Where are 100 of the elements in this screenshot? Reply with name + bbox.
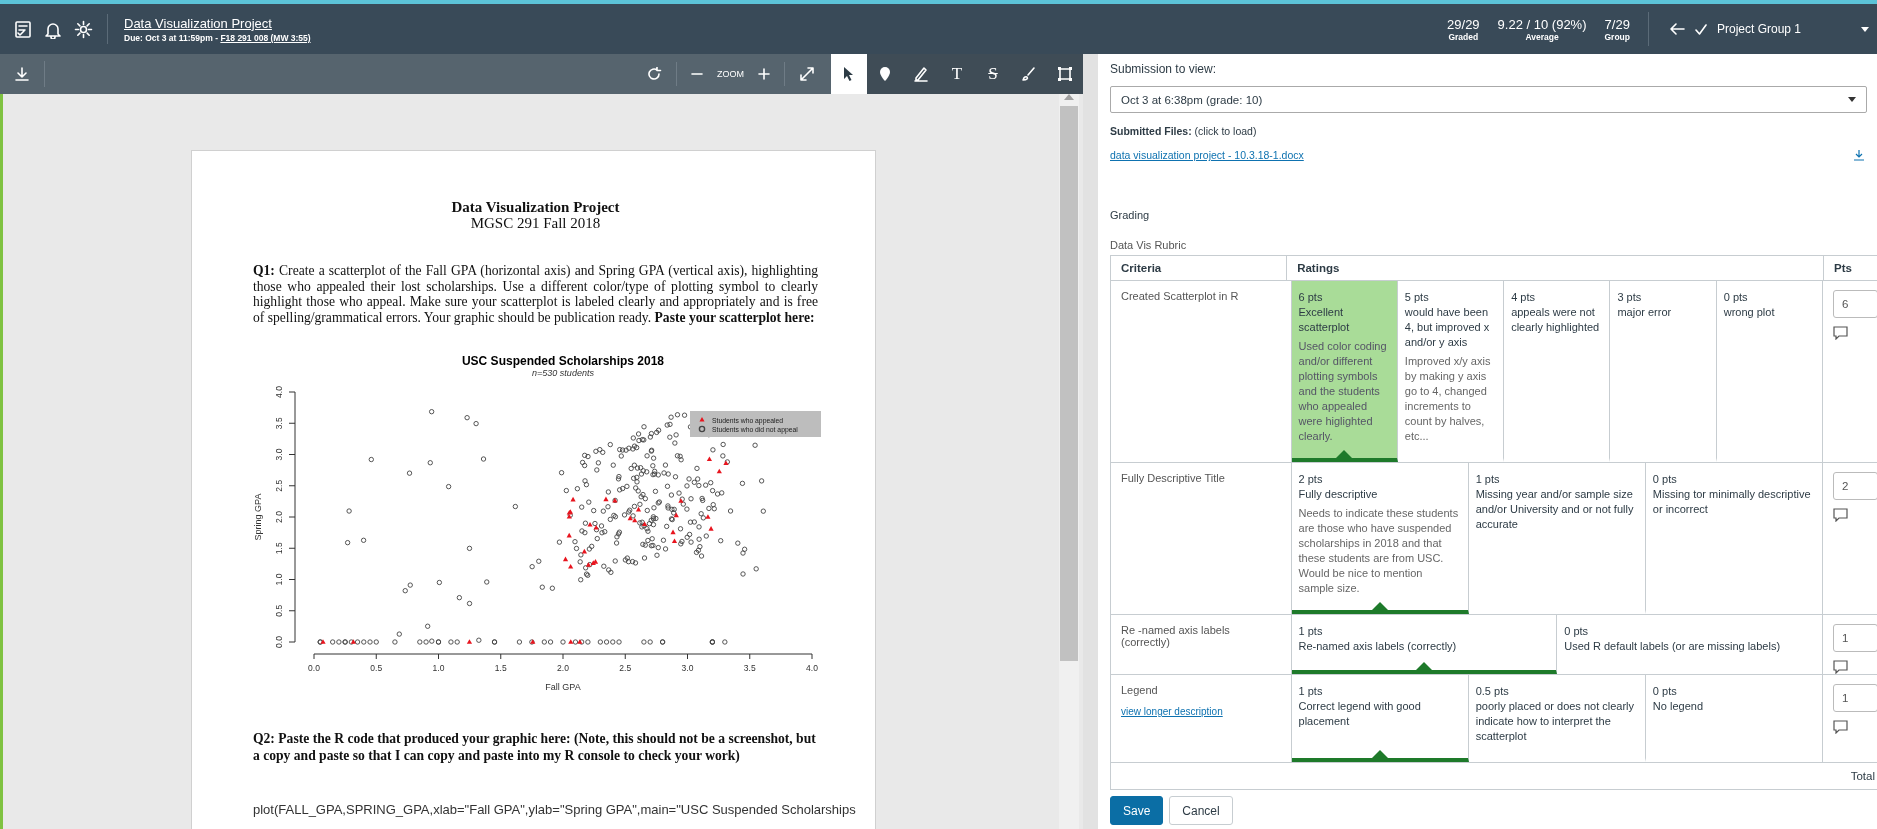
chart-title: USC Suspended Scholarships 2018	[461, 353, 665, 368]
chart-subtitle: n=530 students	[532, 367, 594, 378]
stat-label: Group	[1604, 31, 1630, 42]
submission-label: Submission to view:	[1110, 62, 1218, 76]
criterion-name: Fully Descriptive Title	[1121, 472, 1226, 484]
left-arrow-icon[interactable]	[1669, 22, 1685, 36]
comment-icon[interactable]	[1833, 326, 1848, 340]
y-tick-label: 4.0	[274, 385, 284, 398]
selection-pointer-icon	[1415, 662, 1432, 670]
x-tick-label: 0.0	[308, 662, 320, 673]
rating-cell[interactable]: 0.5 pts poorly placed or does not clearly indicate how to interpret the scatterplot	[1468, 675, 1646, 762]
rating-title: appeals were not clearly highlighted	[1511, 305, 1601, 335]
rating-cell[interactable]: 1 pts Missing year and/or sample size and/or University and or not fully accurate	[1468, 463, 1646, 614]
rating-cell[interactable]: 0 pts No legend	[1645, 675, 1822, 762]
y-tick-label: 1.5	[274, 542, 284, 554]
pen-tool-icon	[913, 66, 929, 82]
total-label: Total	[1849, 769, 1876, 784]
text-tool-button[interactable]: T	[939, 54, 975, 94]
criterion-name: Legend	[1121, 684, 1159, 696]
settings-icon[interactable]	[74, 19, 93, 39]
due-date-text: Due: Oct 3 at 11:59pm - F18 291 008 (MW 3:55)	[124, 32, 311, 43]
comment-icon[interactable]	[1833, 720, 1848, 734]
caret-icon	[1848, 97, 1856, 102]
x-tick-label: 3.0	[681, 662, 694, 673]
rating-points: 5 pts	[1404, 290, 1430, 305]
pin-tool-button[interactable]	[867, 54, 903, 94]
rating-points: 2 pts	[1298, 472, 1324, 487]
stat-value: 7/29	[1604, 16, 1630, 32]
submission-dropdown[interactable]: Oct 3 at 6:38pm (grade: 10)	[1110, 86, 1867, 113]
rating-points: 1 pts	[1298, 624, 1324, 639]
stat-value: 9.22 / 10 (92%)	[1497, 16, 1587, 32]
question-text: Q2: Paste the R code that produced your graphic here: (Note, this should not be a screenshot, but a copy and paste so that I can copy and paste into my R console to check your work)	[253, 729, 817, 764]
area-select-tool-icon	[1057, 66, 1073, 82]
save-button[interactable]: Save	[1110, 796, 1164, 825]
stat-value: 29/29	[1447, 16, 1480, 32]
y-tick-label: 1.0	[274, 573, 284, 586]
rating-points: 0.5 pts	[1475, 684, 1510, 699]
question-text: Q1: Create a scatterplot of the Fall GPA (horizontal axis) and Spring GPA (vertical axis), highlighting those who appealed their lost scholarships. Use a different color/type of plotting symbol to clearly highlight those who appeal. Make sure your scatterplot is labeled clearly and appropriately and is free of spelling/grammatical errors. Your graphic should be publication ready. Paste your scatterplot here:	[253, 263, 818, 326]
expand-icon[interactable]	[799, 66, 815, 82]
file-link[interactable]: data visualization project - 10.3.18-1.docx	[1110, 149, 1304, 161]
rating-cell[interactable]: 1 pts Correct legend with good placement	[1291, 675, 1469, 762]
rating-cell[interactable]: 0 pts Missing tor minimally descriptive or incorrect	[1645, 463, 1822, 614]
r-code-text: plot(FALL_GPA,SPRING_GPA,xlab="Fall GPA",ylab="Spring GPA",main="USC Suspended Scholarships	[253, 801, 856, 818]
x-tick-label: 3.5	[743, 662, 756, 673]
column-header: Pts	[1823, 256, 1877, 280]
zoom-in-icon[interactable]	[758, 68, 770, 80]
x-tick-label: 2.0	[557, 662, 569, 673]
rating-cell[interactable]: 5 pts would have been 4, but improved x and/or y axis Improved x/y axis by making y axis go to 4, changed increments to count by halves, etc...	[1397, 281, 1505, 462]
area-select-tool-button[interactable]	[1047, 54, 1083, 94]
rating-cell[interactable]: 1 pts Re-named axis labels (correctly)	[1291, 615, 1558, 674]
rating-points: 3 pts	[1617, 290, 1643, 305]
rating-title: Missing tor minimally descriptive or incorrect	[1652, 487, 1812, 517]
rating-cell[interactable]: 6 pts Excellent scatterplot Used color coding and/or different plotting symbols and the students who appealed were higlighted clearly.	[1291, 281, 1398, 462]
notebook-icon[interactable]	[14, 19, 32, 39]
x-tick-label: 1.5	[494, 662, 507, 673]
strikethrough-tool-button[interactable]: S	[975, 54, 1011, 94]
cancel-button[interactable]: Cancel	[1169, 796, 1233, 825]
student-selector[interactable]: Project Group 1	[1717, 22, 1802, 36]
download-icon[interactable]	[1853, 149, 1865, 161]
assignment-title-link[interactable]: Data Visualization Project	[124, 15, 311, 31]
rating-title: wrong plot	[1723, 305, 1776, 320]
course-link[interactable]: F18 291 008 (MW 3:55)	[220, 32, 311, 43]
document-subtitle: MGSC 291 Fall 2018	[469, 215, 602, 231]
y-tick-label: 0.5	[274, 604, 284, 617]
comment-icon[interactable]	[1833, 660, 1848, 674]
view-description-link[interactable]: view longer description	[1121, 706, 1281, 717]
rating-points: 0 pts	[1652, 684, 1678, 699]
pin-tool-icon	[877, 66, 893, 82]
rating-cell[interactable]: 3 pts major error	[1610, 281, 1717, 462]
comment-icon[interactable]	[1833, 508, 1848, 522]
rating-cell[interactable]: 0 pts wrong plot	[1716, 281, 1822, 462]
y-axis-label: Spring GPA	[253, 493, 263, 541]
rating-title: Fully descriptive	[1298, 487, 1379, 502]
points-input[interactable]: 1	[1833, 624, 1877, 652]
rating-title: Re-named axis labels (correctly)	[1298, 639, 1458, 654]
rating-cell[interactable]: 0 pts Used R default labels (or are missing labels)	[1557, 615, 1822, 674]
stat-label: Average	[1525, 31, 1559, 42]
submitted-files-label: Submitted Files: (click to load)	[1110, 125, 1258, 137]
rating-title: Missing year and/or sample size and/or University and or not fully accurate	[1475, 487, 1635, 532]
x-tick-label: 1.0	[432, 662, 445, 673]
y-tick-label: 3.5	[274, 417, 284, 429]
stat-label: Graded	[1448, 31, 1479, 42]
points-input[interactable]: 6	[1833, 290, 1877, 318]
criterion-name: Re -named axis labels (correctly)	[1121, 624, 1231, 648]
caret-icon[interactable]	[1861, 26, 1869, 32]
scrollbar[interactable]	[1059, 94, 1079, 829]
rating-points: 0 pts	[1652, 472, 1678, 487]
rating-cell[interactable]: 4 pts appeals were not clearly highlighted	[1504, 281, 1611, 462]
rating-points: 0 pts	[1723, 290, 1749, 305]
points-input[interactable]: 2	[1833, 472, 1877, 500]
pointer-tool-button[interactable]	[831, 54, 867, 94]
grading-heading: Grading	[1110, 209, 1151, 221]
rating-points: 1 pts	[1298, 684, 1324, 699]
rating-cell[interactable]: 2 pts Fully descriptive Needs to indicate these students are those who have suspended scholarships in 2018 and that these students are from USC. Would be nice to mention sample size.	[1291, 463, 1469, 614]
points-input[interactable]: 1	[1833, 684, 1877, 712]
y-tick-label: 0.0	[274, 635, 284, 648]
rating-points: 0 pts	[1564, 624, 1590, 639]
rating-title: No legend	[1652, 699, 1704, 714]
column-header: Ratings	[1286, 256, 1824, 280]
rotate-icon[interactable]	[647, 67, 662, 81]
